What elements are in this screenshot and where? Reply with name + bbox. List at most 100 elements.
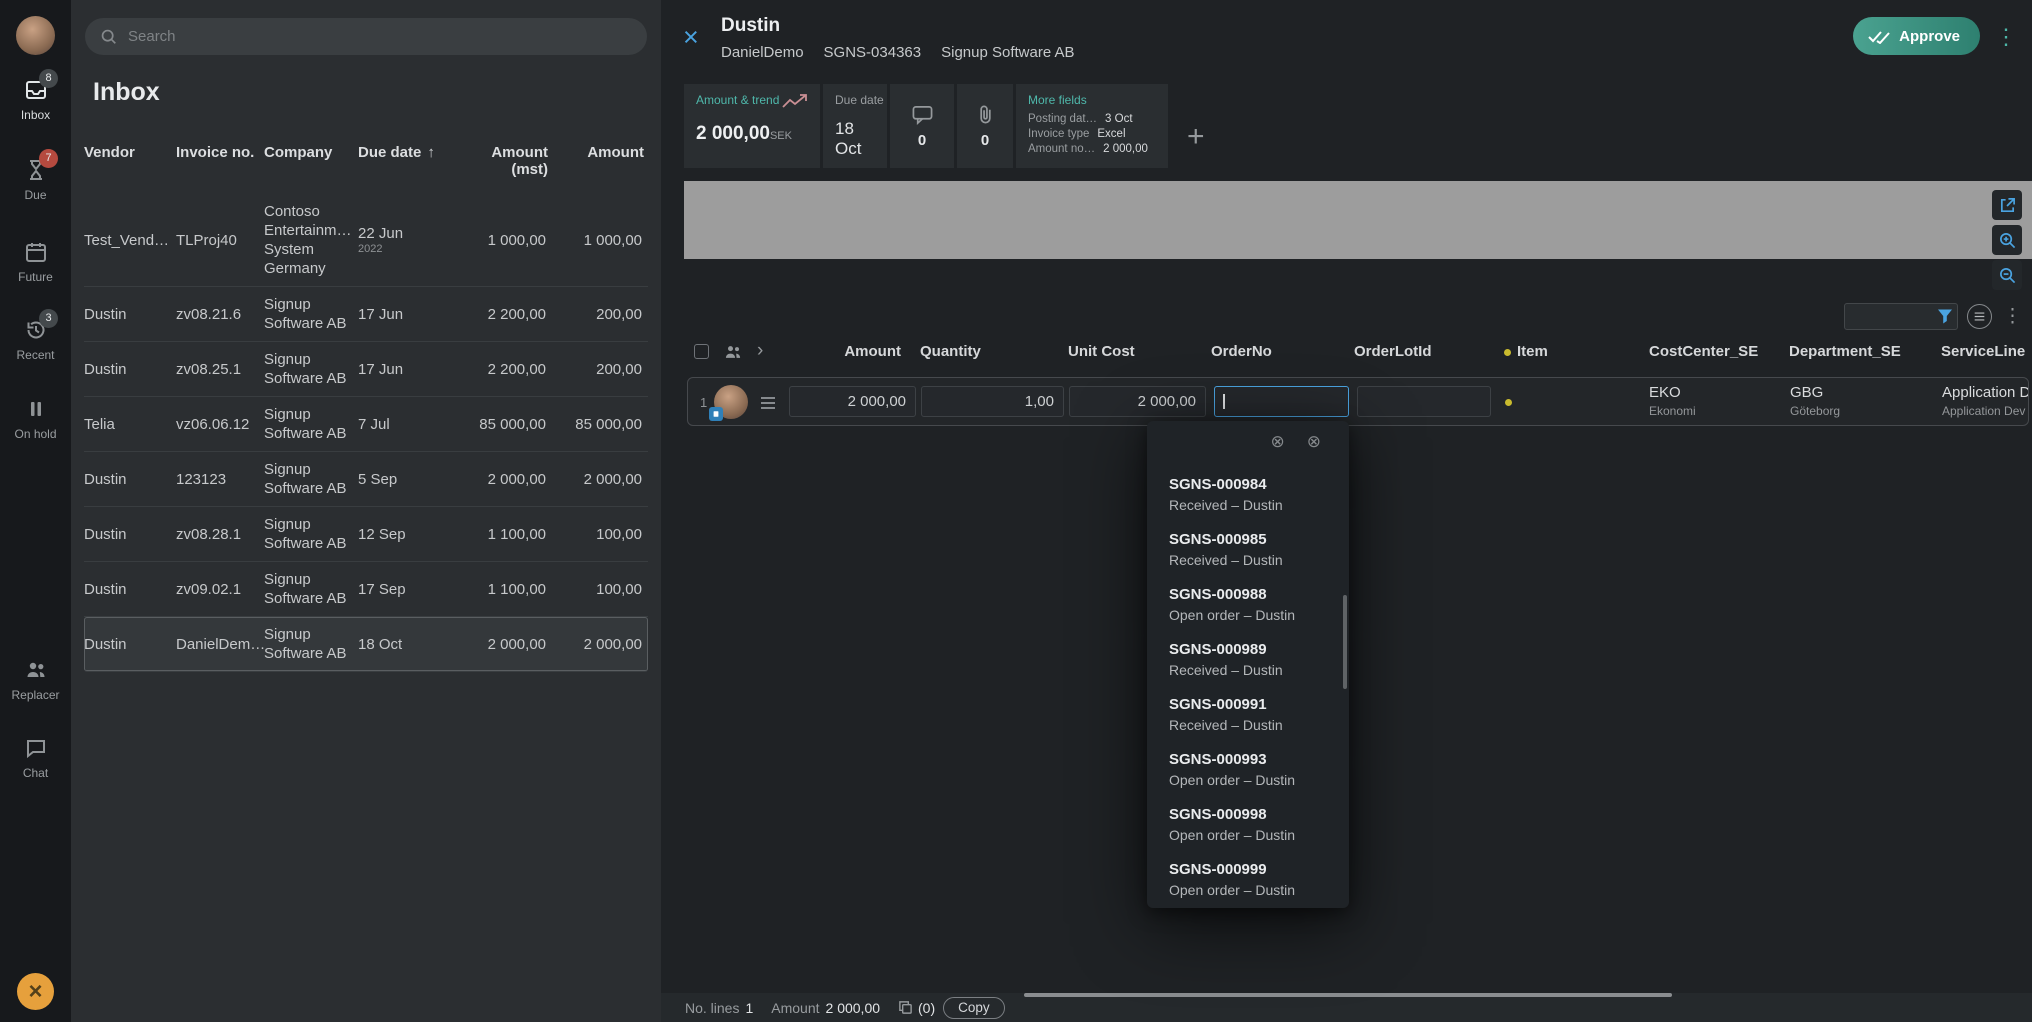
order-option[interactable]: SGNS-000998 Open order – Dustin [1147,797,1349,852]
double-check-icon [1868,29,1890,44]
amount-trend-card[interactable]: Amount & trend 2 000,00SEK [684,84,820,168]
sidebar-item-chat[interactable]: Chat [0,736,71,780]
list-icon [1974,312,1985,321]
line-serviceline-cell[interactable]: Application D Application Dev [1942,384,2029,420]
user-avatar[interactable] [16,16,55,55]
invoice-row[interactable]: Test_Vend… TLProj40 Contoso Entertainm… … [84,194,648,287]
order-id: SGNS-000985 [1169,529,1339,550]
external-link-icon [1999,197,2016,214]
invoice-row[interactable]: Telia vz06.06.12 Signup Software AB 7 Ju… [84,397,648,452]
order-option[interactable]: SGNS-000988 Open order – Dustin [1147,577,1349,632]
col-header-amount[interactable]: Amount [552,144,648,161]
line-menu-icon[interactable] [760,397,776,409]
col-header-unit-cost[interactable]: Unit Cost [1068,343,1135,360]
more-fields-card[interactable]: More fields Posting dat…3 Oct Invoice ty… [1016,84,1168,168]
line-item-status-dot [1505,399,1512,406]
col-header-serviceline[interactable]: ServiceLine [1941,343,2025,360]
line-amount-field[interactable]: 2 000,00 [789,386,916,417]
document-preview[interactable] [684,181,2032,259]
col-header-orderlotid[interactable]: OrderLotId [1354,343,1432,360]
cell-amount-mst: 85 000,00 [456,415,552,434]
invoice-row[interactable]: Dustin zv08.25.1 Signup Software AB 17 J… [84,342,648,397]
app-logo[interactable]: × [17,973,54,1010]
col-header-quantity[interactable]: Quantity [920,343,981,360]
zoom-in-icon [1999,232,2016,249]
order-option[interactable]: SGNS-000984 Received – Dustin [1147,467,1349,522]
add-card-button[interactable]: + [1187,122,1205,152]
sidebar-item-recent[interactable]: 3 Recent [0,318,71,362]
col-header-amount-mst[interactable]: Amount(mst) [456,144,552,178]
invoice-row[interactable]: Dustin zv08.21.6 Signup Software AB 17 J… [84,287,648,342]
col-header-orderno[interactable]: OrderNo [1211,343,1272,360]
order-option[interactable]: SGNS-000993 Open order – Dustin [1147,742,1349,797]
invoice-row[interactable]: Dustin zv09.02.1 Signup Software AB 17 S… [84,562,648,617]
expand-lines-icon[interactable]: › [757,340,763,362]
zoom-in-button[interactable] [1992,225,2022,255]
cell-vendor: Test_Vend… [84,231,176,250]
department-name: Göteborg [1790,402,1840,420]
comments-card[interactable]: 0 [890,84,954,168]
col-header-line-amount[interactable]: Amount [801,343,901,360]
line-quantity-field[interactable]: 1,00 [921,386,1064,417]
order-status: Received – Dustin [1169,660,1339,680]
cell-invoice-no: zv08.21.6 [176,305,264,324]
line-department-cell[interactable]: GBG Göteborg [1790,384,1840,420]
col-header-company[interactable]: Company [264,144,358,161]
horizontal-scrollbar[interactable] [1024,993,1672,997]
lines-status-bar: No. lines 1 Amount 2 000,00 (0) Copy [661,993,2032,1022]
invoice-row[interactable]: Dustin 123123 Signup Software AB 5 Sep 2… [84,452,648,507]
col-header-vendor[interactable]: Vendor [84,144,176,161]
detail-menu-icon[interactable]: ⋮ [1995,24,2017,50]
assignees-icon[interactable] [723,343,743,361]
column-settings-button[interactable] [1967,304,1992,329]
sidebar-item-on-hold[interactable]: On hold [0,397,71,441]
col-header-item[interactable]: Item [1517,343,1548,360]
sidebar-item-replacer[interactable]: Replacer [0,658,71,702]
clear-value-icon[interactable]: ⊗ [1271,432,1285,452]
lines-menu-icon[interactable]: ⋮ [2001,305,2024,328]
sidebar-item-due[interactable]: 7 Due [0,158,71,202]
invoice-row-selected[interactable]: Dustin DanielDem… Signup Software AB 18 … [84,617,648,672]
sidebar-item-inbox[interactable]: 8 Inbox [0,78,71,122]
search-box[interactable] [85,18,647,55]
copy-button[interactable]: Copy [943,997,1005,1019]
order-option[interactable]: SGNS-000991 Received – Dustin [1147,687,1349,742]
invoice-line-row[interactable]: 1 2 000,00 1,00 2 000,00 EKO Ekonomi GBG… [687,377,2029,426]
line-unit-cost-field[interactable]: 2 000,00 [1069,386,1206,417]
order-id: SGNS-000989 [1169,639,1339,660]
close-icon[interactable]: × [683,24,699,51]
line-costcenter-cell[interactable]: EKO Ekonomi [1649,384,1696,420]
search-input[interactable] [128,28,632,45]
serviceline-code: Application D [1942,384,2029,402]
approve-button[interactable]: Approve [1853,17,1980,55]
order-id: SGNS-000988 [1169,584,1339,605]
select-all-checkbox[interactable] [694,344,709,359]
search-icon [100,28,117,45]
col-header-costcenter[interactable]: CostCenter_SE [1649,343,1758,360]
invoice-table-header: Vendor Invoice no. Company Due date↑ Amo… [84,138,648,194]
line-orderlotid-field[interactable] [1357,386,1491,417]
open-external-button[interactable] [1992,190,2022,220]
attachments-card[interactable]: 0 [957,84,1013,168]
no-lines-label: No. lines [685,1000,739,1016]
zoom-out-button[interactable] [1992,260,2022,290]
order-option[interactable]: SGNS-000999 Open order – Dustin [1147,852,1349,907]
filter-icon[interactable] [1937,308,1953,324]
col-header-invoice-no[interactable]: Invoice no. [176,144,264,161]
col-header-department[interactable]: Department_SE [1789,343,1901,360]
sidebar-item-future[interactable]: Future [0,240,71,284]
clear-filter-icon[interactable]: ⊗ [1307,432,1321,452]
order-option[interactable]: SGNS-000989 Received – Dustin [1147,632,1349,687]
invoice-detail: × Dustin DanielDemo SGNS-034363 Signup S… [661,0,2032,1022]
cell-amount: 2 000,00 [552,470,648,489]
cell-company: Signup Software AB [264,570,358,608]
line-assignee-avatar[interactable] [714,385,748,419]
app-rail: 8 Inbox 7 Due Future 3 Recent On hold [0,0,71,1022]
order-option[interactable]: SGNS-000985 Received – Dustin [1147,522,1349,577]
line-orderno-field[interactable] [1214,386,1349,417]
dropdown-scrollbar[interactable] [1343,595,1347,689]
col-header-due-date[interactable]: Due date↑ [358,144,456,161]
invoice-row[interactable]: Dustin zv08.28.1 Signup Software AB 12 S… [84,507,648,562]
due-date-card[interactable]: Due date 18 Oct [823,84,887,168]
cell-amount-mst: 2 000,00 [456,470,552,489]
